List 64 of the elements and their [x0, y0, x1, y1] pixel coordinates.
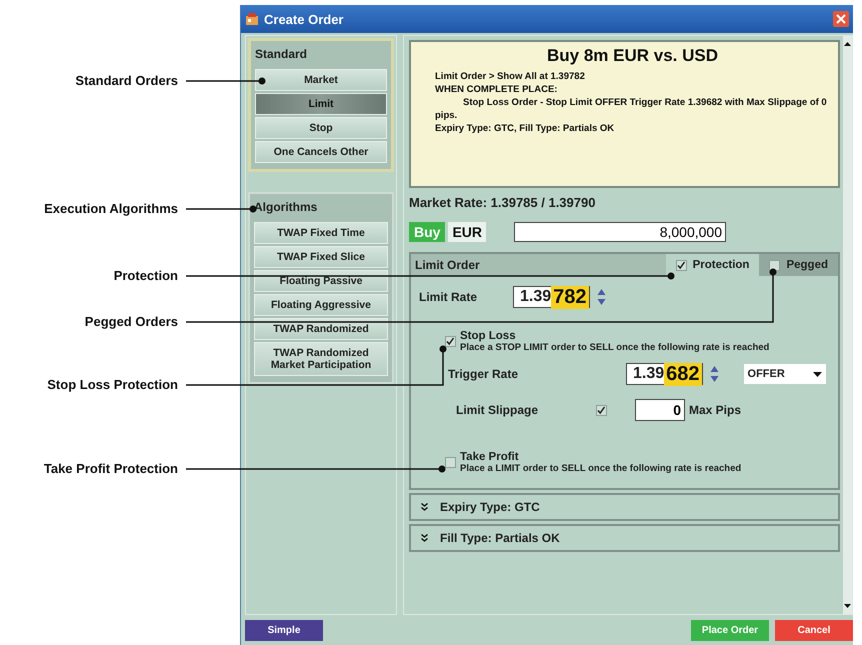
algorithm-button[interactable]: TWAP Randomized Market Participation	[254, 342, 388, 376]
unit-label: Max Pips	[689, 403, 742, 417]
footer-button[interactable]: Cancel	[775, 620, 853, 640]
currency-button[interactable]: EUR	[448, 222, 486, 242]
callout-label: Pegged Orders	[84, 314, 178, 330]
callout-label: Execution Algorithms	[44, 201, 178, 217]
limit-rate-field[interactable]: 1.39 782	[513, 286, 590, 308]
amount-field[interactable]: 8,000,000	[514, 222, 726, 242]
checkbox[interactable]	[445, 457, 456, 468]
caret-icon	[812, 372, 822, 376]
tab-label: Pegged	[786, 259, 828, 271]
scroll-down-icon[interactable]	[844, 604, 851, 608]
spinner-icon[interactable]	[710, 365, 719, 383]
close-icon[interactable]	[833, 11, 849, 27]
summary-line: Expiry Type: GTC, Fill Type: Partials OK	[435, 122, 616, 135]
group-title: Algorithms	[254, 199, 318, 216]
option-title: Stop Loss	[460, 330, 517, 342]
order-type-button[interactable]: Market	[255, 69, 387, 91]
summary-line: Stop Loss Order - Stop Limit OFFER Trigger Rate 1.39682 with Max Slippage of 0 pips.	[435, 96, 828, 122]
callout-label: Stop Loss Protection	[47, 377, 178, 393]
option-tab[interactable]: Protection	[666, 254, 760, 276]
collapsible-section[interactable]: Fill Type: Partials OK	[409, 524, 840, 552]
chevron-icon	[421, 503, 428, 511]
algorithm-button[interactable]: Floating Aggressive	[254, 294, 388, 316]
summary-title: Buy 8m EUR vs. USD	[546, 46, 719, 66]
group-title: Standard	[255, 46, 308, 63]
checkbox[interactable]	[445, 336, 456, 347]
collapsible-section[interactable]: Expiry Type: GTC	[409, 493, 840, 521]
trigger-rate-field[interactable]: 1.39682	[626, 363, 703, 385]
market-rate: Market Rate: 1.39785 / 1.39790	[409, 195, 596, 210]
checkbox[interactable]	[596, 404, 607, 416]
field-label: Trigger Rate	[448, 367, 520, 381]
leader-line	[186, 206, 256, 212]
app-icon	[245, 12, 259, 26]
callout-label: Protection	[114, 268, 178, 284]
option-description: Place a STOP LIMIT order to SELL once the following rate is reached	[460, 342, 770, 353]
field-label: Limit Slippage	[456, 403, 540, 417]
summary-line: Limit Order > Show All at 1.39782	[435, 70, 586, 83]
summary-line: WHEN COMPLETE PLACE:	[435, 83, 558, 96]
option-description: Place a LIMIT order to SELL once the following rate is reached	[460, 463, 742, 474]
tab-label: Protection	[692, 259, 750, 271]
scrollbar[interactable]	[843, 36, 852, 614]
side-dropdown[interactable]: OFFER	[744, 364, 826, 384]
spinner-icon[interactable]	[596, 288, 606, 306]
algorithm-button[interactable]: Floating Passive	[254, 270, 388, 292]
order-type-button[interactable]: Limit	[255, 93, 387, 115]
algorithm-button[interactable]: TWAP Randomized	[254, 318, 388, 340]
callout-label: Standard Orders	[75, 73, 178, 89]
option-tab[interactable]: Pegged	[759, 254, 838, 276]
checkbox[interactable]	[769, 260, 780, 270]
algorithm-button[interactable]: TWAP Fixed Time	[254, 222, 388, 244]
scroll-up-icon[interactable]	[844, 42, 851, 46]
algorithm-button[interactable]: TWAP Fixed Slice	[254, 246, 388, 268]
section-title: Limit Order	[414, 258, 481, 272]
footer-button[interactable]: Simple	[245, 620, 323, 640]
checkbox[interactable]	[676, 260, 687, 270]
order-type-button[interactable]: Stop	[255, 117, 387, 139]
order-type-button[interactable]: One Cancels Other	[255, 141, 387, 163]
chevron-icon	[421, 534, 428, 542]
slippage-field[interactable]: 0	[635, 399, 685, 421]
field-label: Limit Rate	[419, 290, 478, 304]
option-title: Take Profit	[460, 451, 520, 463]
callout-label: Take Profit Protection	[44, 461, 178, 477]
window-title: Create Order	[264, 12, 344, 26]
